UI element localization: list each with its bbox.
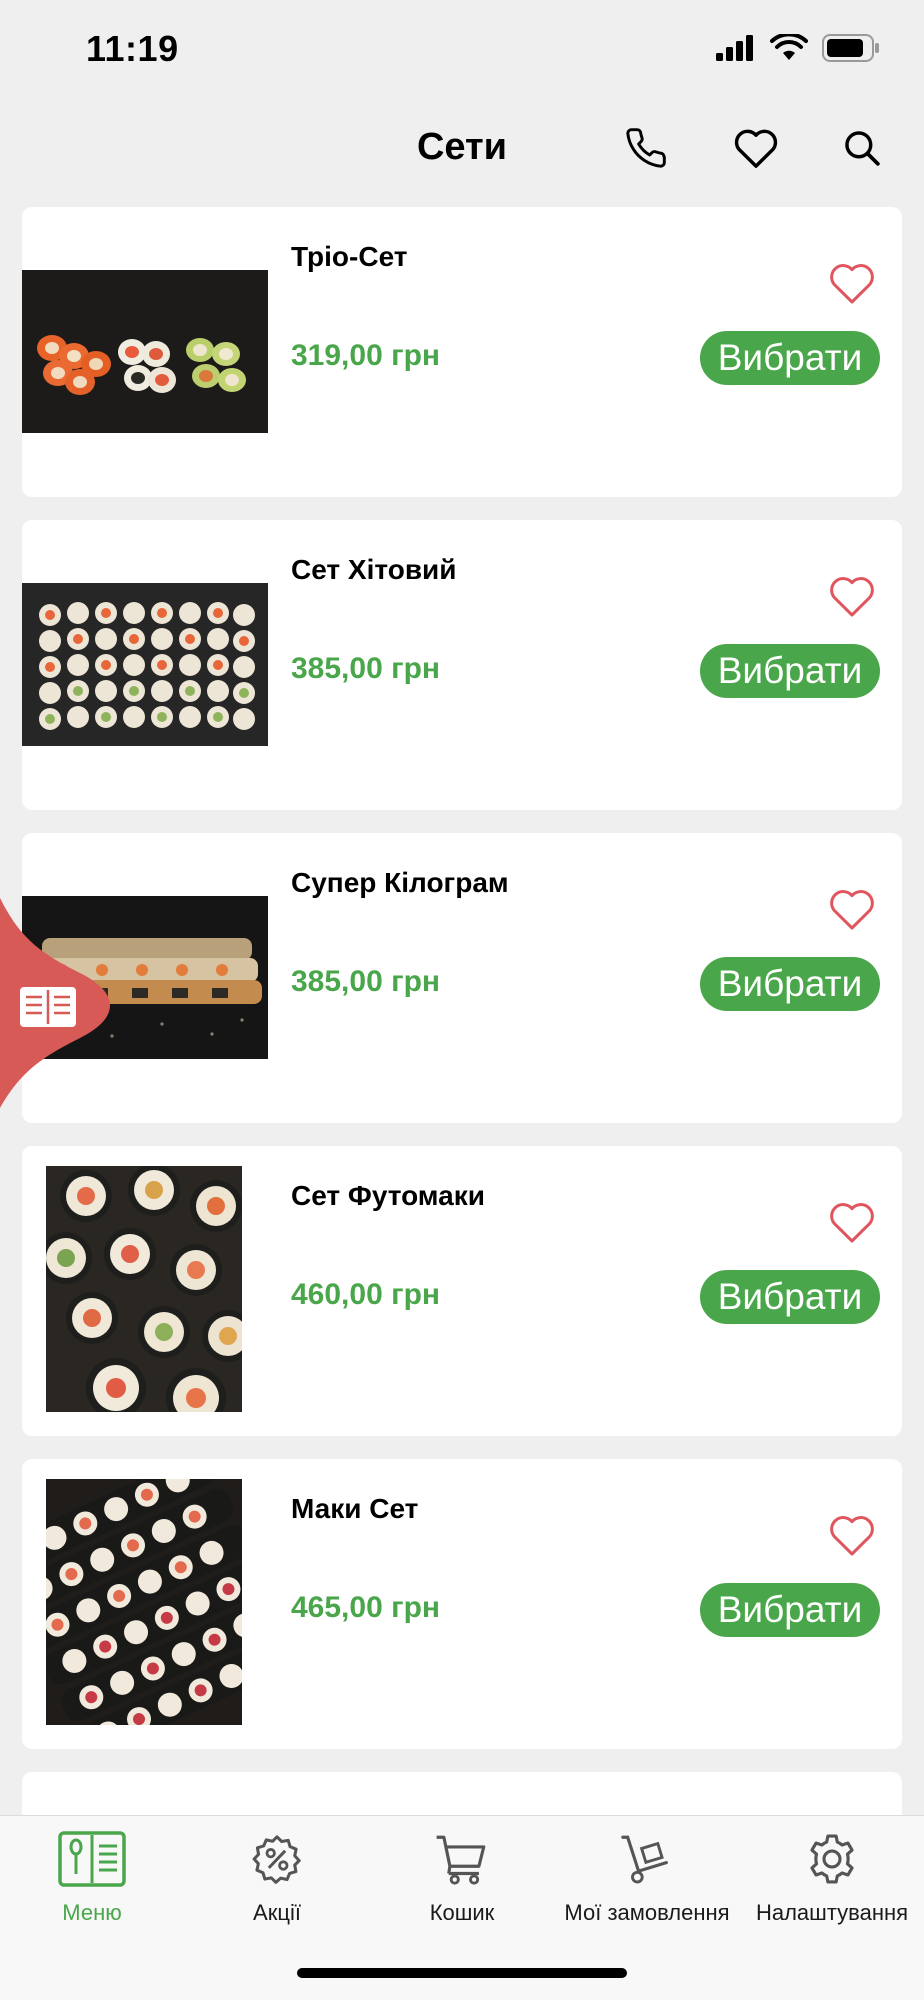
favorite-toggle[interactable] xyxy=(826,261,878,309)
product-title: Сет Футомаки xyxy=(291,1180,485,1211)
favorite-toggle[interactable] xyxy=(826,1200,878,1248)
status-icons xyxy=(716,32,880,67)
tab-cart[interactable]: Кошик xyxy=(370,1830,554,1940)
product-card[interactable]: Тріо-Сет 319,00 грн Вибрати xyxy=(22,207,902,497)
favorite-toggle[interactable] xyxy=(826,887,878,935)
heart-icon xyxy=(827,887,877,936)
choose-button[interactable]: Вибрати xyxy=(700,957,880,1011)
product-title: Маки Сет xyxy=(291,1493,419,1524)
product-price: 319,00 грн xyxy=(291,339,441,372)
heart-icon xyxy=(827,574,877,623)
product-card[interactable]: Супер Кілограм 385,00 грн Вибрати xyxy=(22,833,902,1123)
floating-menu-button[interactable] xyxy=(0,898,115,1108)
product-card[interactable]: Сет Хітовий 385,00 грн Вибрати xyxy=(22,520,902,810)
battery-icon xyxy=(822,34,880,67)
product-image[interactable] xyxy=(22,583,268,746)
book-menu-icon xyxy=(57,1830,127,1893)
heart-icon xyxy=(733,127,779,174)
product-image[interactable] xyxy=(46,1479,242,1725)
search-button[interactable] xyxy=(834,122,890,178)
product-title: Тріо-Сет xyxy=(291,241,408,272)
heart-icon xyxy=(827,1200,877,1249)
tab-promotions[interactable]: Акції xyxy=(185,1830,369,1940)
gear-icon xyxy=(803,1830,861,1893)
hand-truck-icon xyxy=(618,1830,676,1893)
choose-button[interactable]: Вибрати xyxy=(700,1583,880,1637)
home-indicator xyxy=(297,1968,627,1978)
status-bar: 11:19 xyxy=(0,0,924,100)
signal-icon xyxy=(716,35,756,66)
heart-icon xyxy=(827,1513,877,1562)
book-menu-icon xyxy=(20,987,76,1027)
product-card[interactable]: Маки Сет 465,00 грн Вибрати xyxy=(22,1459,902,1749)
wifi-icon xyxy=(770,32,808,67)
phone-icon xyxy=(624,126,668,175)
tab-settings[interactable]: Налаштування xyxy=(740,1830,924,1940)
nav-header: Сети xyxy=(0,100,924,200)
product-price: 385,00 грн xyxy=(291,965,441,998)
choose-button[interactable]: Вибрати xyxy=(700,1270,880,1324)
product-card[interactable]: Сет Футомаки 460,00 грн Вибрати xyxy=(22,1146,902,1436)
product-price: 460,00 грн xyxy=(291,1278,441,1311)
product-title: Супер Кілограм xyxy=(291,867,509,898)
status-time: 11:19 xyxy=(86,28,179,69)
favorite-toggle[interactable] xyxy=(826,574,878,622)
tab-menu[interactable]: Меню xyxy=(0,1830,184,1940)
call-button[interactable] xyxy=(618,122,674,178)
product-price: 385,00 грн xyxy=(291,652,441,685)
favorites-button[interactable] xyxy=(728,122,784,178)
favorite-toggle[interactable] xyxy=(826,1513,878,1561)
product-title: Сет Хітовий xyxy=(291,554,457,585)
percent-gear-icon xyxy=(249,1831,305,1892)
choose-button[interactable]: Вибрати xyxy=(700,644,880,698)
product-image[interactable] xyxy=(46,1166,242,1412)
heart-icon xyxy=(827,261,877,310)
page-title: Сети xyxy=(416,126,508,168)
choose-button[interactable]: Вибрати xyxy=(700,331,880,385)
product-image[interactable] xyxy=(22,270,268,433)
product-price: 465,00 грн xyxy=(291,1591,441,1624)
product-list[interactable]: Тріо-Сет 319,00 грн Вибрати Сет Хітовий … xyxy=(22,207,902,1855)
search-icon xyxy=(843,129,881,172)
tab-my-orders[interactable]: Мої замовлення xyxy=(555,1830,739,1940)
cart-icon xyxy=(433,1830,491,1893)
tab-label: Налаштування xyxy=(755,1900,909,1925)
tab-label: Кошик xyxy=(429,1900,495,1925)
tab-label: Мої замовлення xyxy=(564,1900,730,1925)
tab-label: Акції xyxy=(253,1900,301,1925)
tab-label: Меню xyxy=(62,1900,122,1925)
